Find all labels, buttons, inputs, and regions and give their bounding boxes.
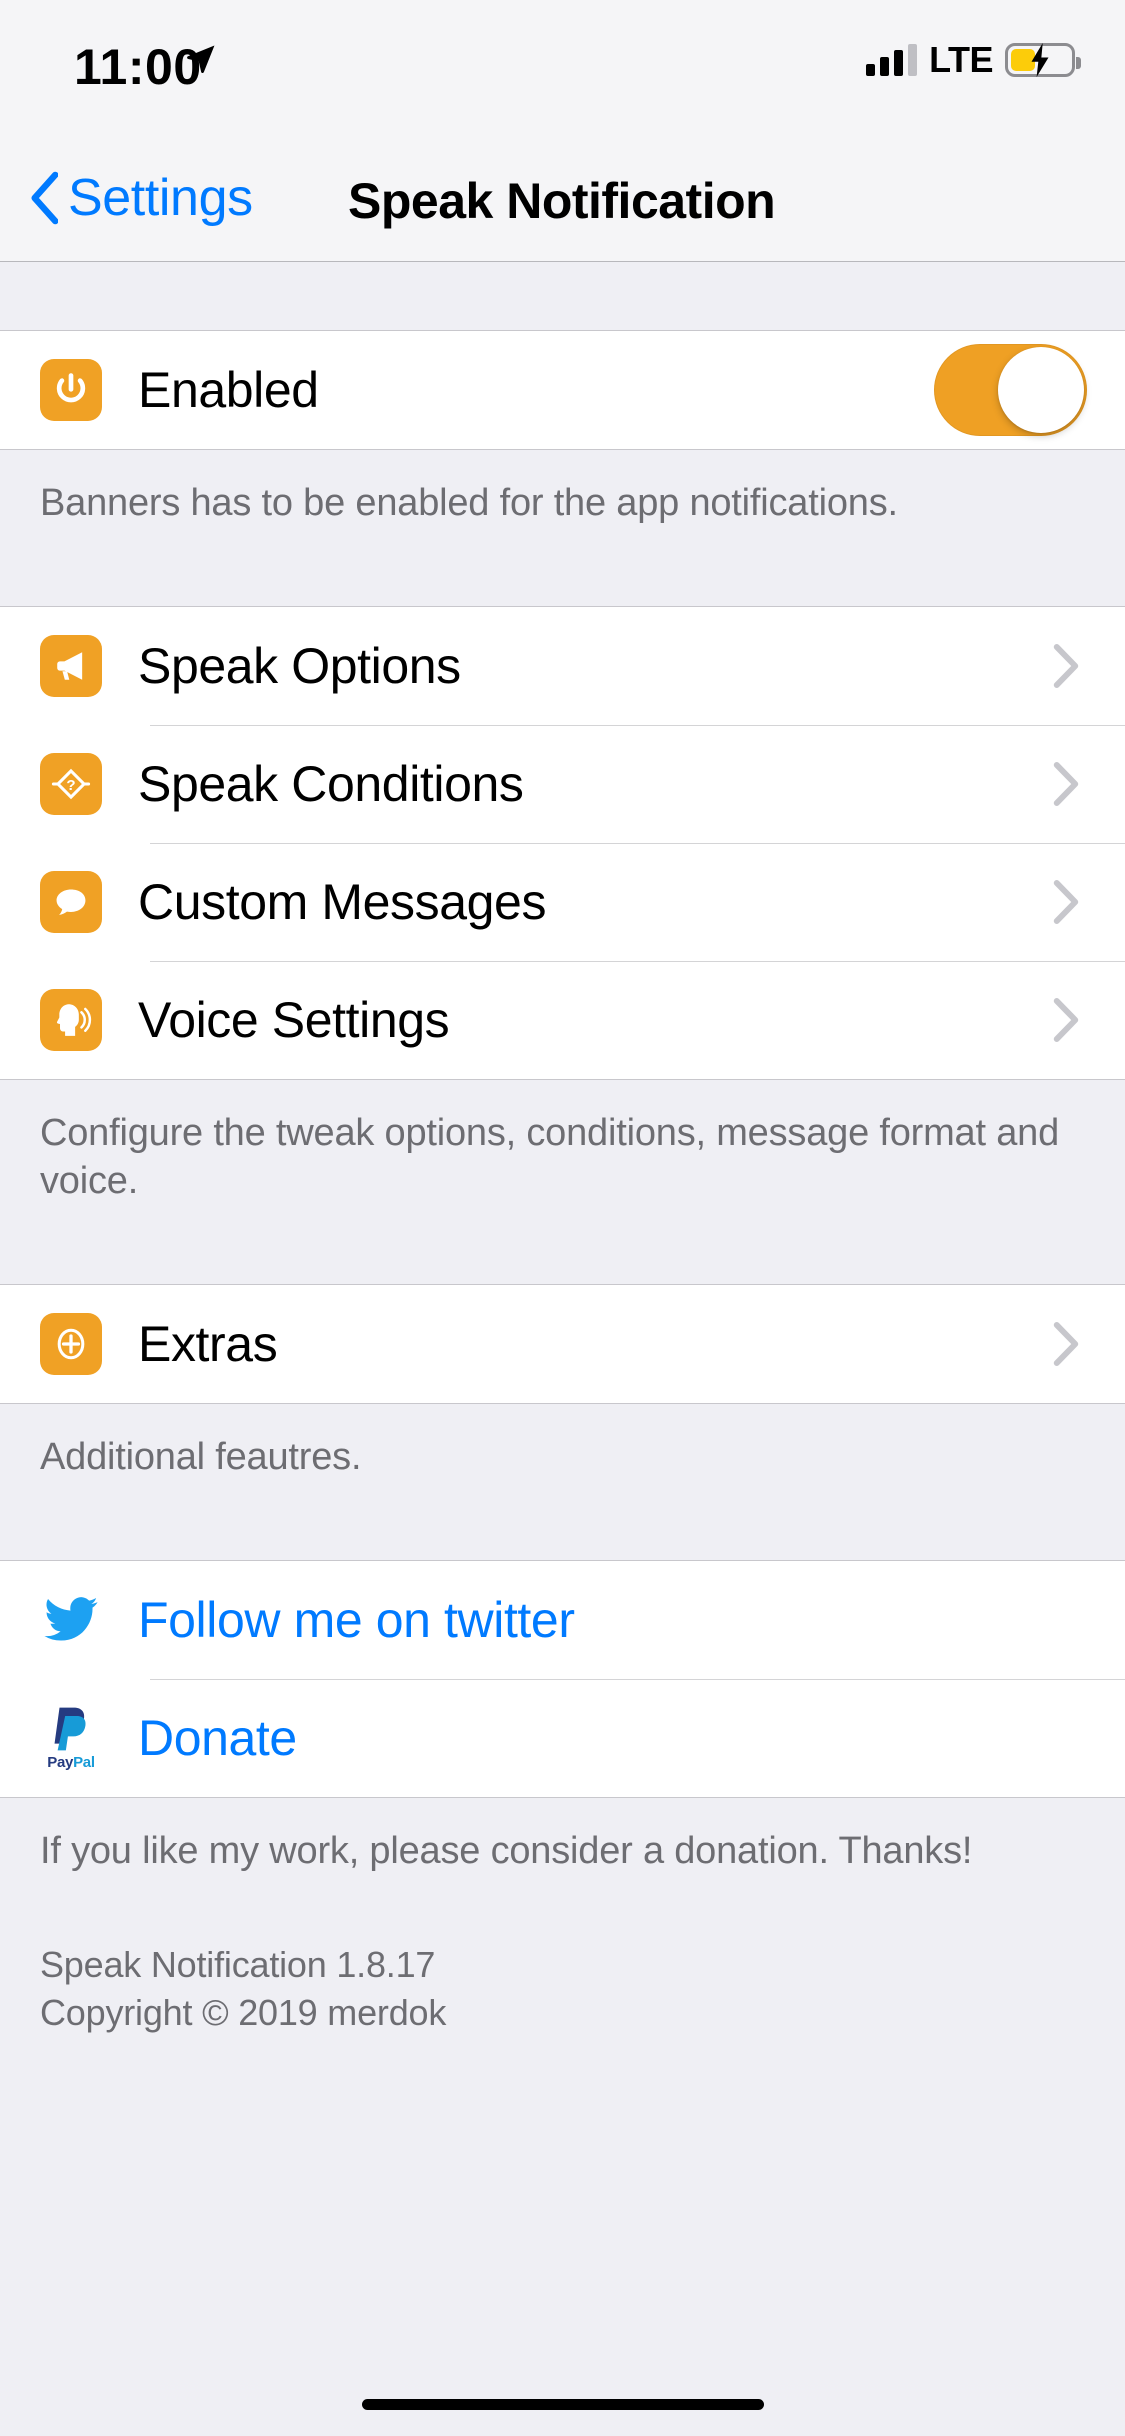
chevron-right-icon <box>1053 879 1079 924</box>
about-block: Speak Notification 1.8.17 Copyright © 20… <box>0 1885 1125 2037</box>
toggle-knob <box>998 347 1084 433</box>
row-speak-options[interactable]: Speak Options <box>0 606 1125 725</box>
navigation-bar: Settings Speak Notification <box>0 132 1125 262</box>
row-label: Speak Options <box>138 637 461 694</box>
footer-donation: If you like my work, please consider a d… <box>0 1797 1125 1886</box>
section-spacer <box>0 262 1125 330</box>
status-bar: 11:00 LTE <box>0 0 1125 132</box>
battery-charging-icon <box>1005 43 1081 77</box>
section-links: Follow me on twitter PayPal Donate <box>0 1559 1125 1798</box>
row-label: Custom Messages <box>138 873 547 930</box>
paypal-wordmark: PayPal <box>47 1754 95 1771</box>
speech-bubble-icon <box>40 870 102 933</box>
row-voice-settings[interactable]: Voice Settings <box>0 960 1125 1079</box>
row-follow-twitter[interactable]: Follow me on twitter <box>0 1560 1125 1679</box>
paypal-icon: PayPal <box>40 1707 102 1771</box>
footer-enabled: Banners has to be enabled for the app no… <box>0 450 1125 572</box>
back-button-label: Settings <box>68 169 253 227</box>
chevron-left-icon <box>31 171 58 225</box>
app-version-label: Speak Notification 1.8.17 <box>40 1944 436 1986</box>
svg-text:?: ? <box>66 777 75 794</box>
copyright-label: Copyright © 2019 merdok <box>40 1991 447 2033</box>
row-speak-conditions[interactable]: ? Speak Conditions <box>0 724 1125 843</box>
row-label: Enabled <box>138 362 319 418</box>
row-label: Follow me on twitter <box>138 1591 575 1648</box>
row-enabled[interactable]: Enabled <box>0 331 1125 449</box>
section-spacer <box>0 1249 1125 1284</box>
footer-extras: Additional feautres. <box>0 1403 1125 1526</box>
home-indicator[interactable] <box>361 2399 764 2410</box>
settings-content: Enabled Banners has to be enabled for th… <box>0 262 1125 2037</box>
row-extras[interactable]: Extras <box>0 1284 1125 1403</box>
status-bar-time: 11:00 <box>74 39 202 95</box>
chevron-right-icon <box>1053 761 1079 806</box>
speaking-head-icon <box>40 988 102 1051</box>
section-spacer <box>0 571 1125 606</box>
footer-configuration: Configure the tweak options, conditions,… <box>0 1079 1125 1250</box>
diamond-question-icon: ? <box>40 752 102 815</box>
iphone-screen: 11:00 LTE Settings Speak Notification En… <box>0 0 1125 2436</box>
enabled-toggle[interactable] <box>934 344 1087 436</box>
back-button[interactable]: Settings <box>28 160 253 236</box>
row-donate[interactable]: PayPal Donate <box>0 1678 1125 1797</box>
row-custom-messages[interactable]: Custom Messages <box>0 842 1125 961</box>
twitter-icon <box>40 1589 102 1651</box>
plus-circle-icon <box>40 1312 102 1375</box>
chevron-right-icon <box>1053 643 1079 688</box>
location-arrow-icon <box>184 42 218 76</box>
chevron-right-icon <box>1053 997 1079 1042</box>
row-label: Donate <box>138 1709 297 1766</box>
chevron-right-icon <box>1053 1321 1079 1366</box>
section-extras: Extras <box>0 1283 1125 1404</box>
section-configuration: Speak Options ? Speak Conditions Custom … <box>0 605 1125 1080</box>
row-label: Speak Conditions <box>138 755 524 812</box>
status-bar-indicators: LTE <box>866 38 1081 82</box>
section-spacer <box>0 1525 1125 1560</box>
row-label: Voice Settings <box>138 991 450 1048</box>
megaphone-icon <box>40 634 102 697</box>
section-enabled: Enabled <box>0 330 1125 450</box>
row-label: Extras <box>138 1315 278 1372</box>
power-icon <box>40 359 102 421</box>
network-type-label: LTE <box>929 39 993 80</box>
cellular-signal-icon <box>866 44 918 76</box>
page-title: Speak Notification <box>348 173 776 229</box>
